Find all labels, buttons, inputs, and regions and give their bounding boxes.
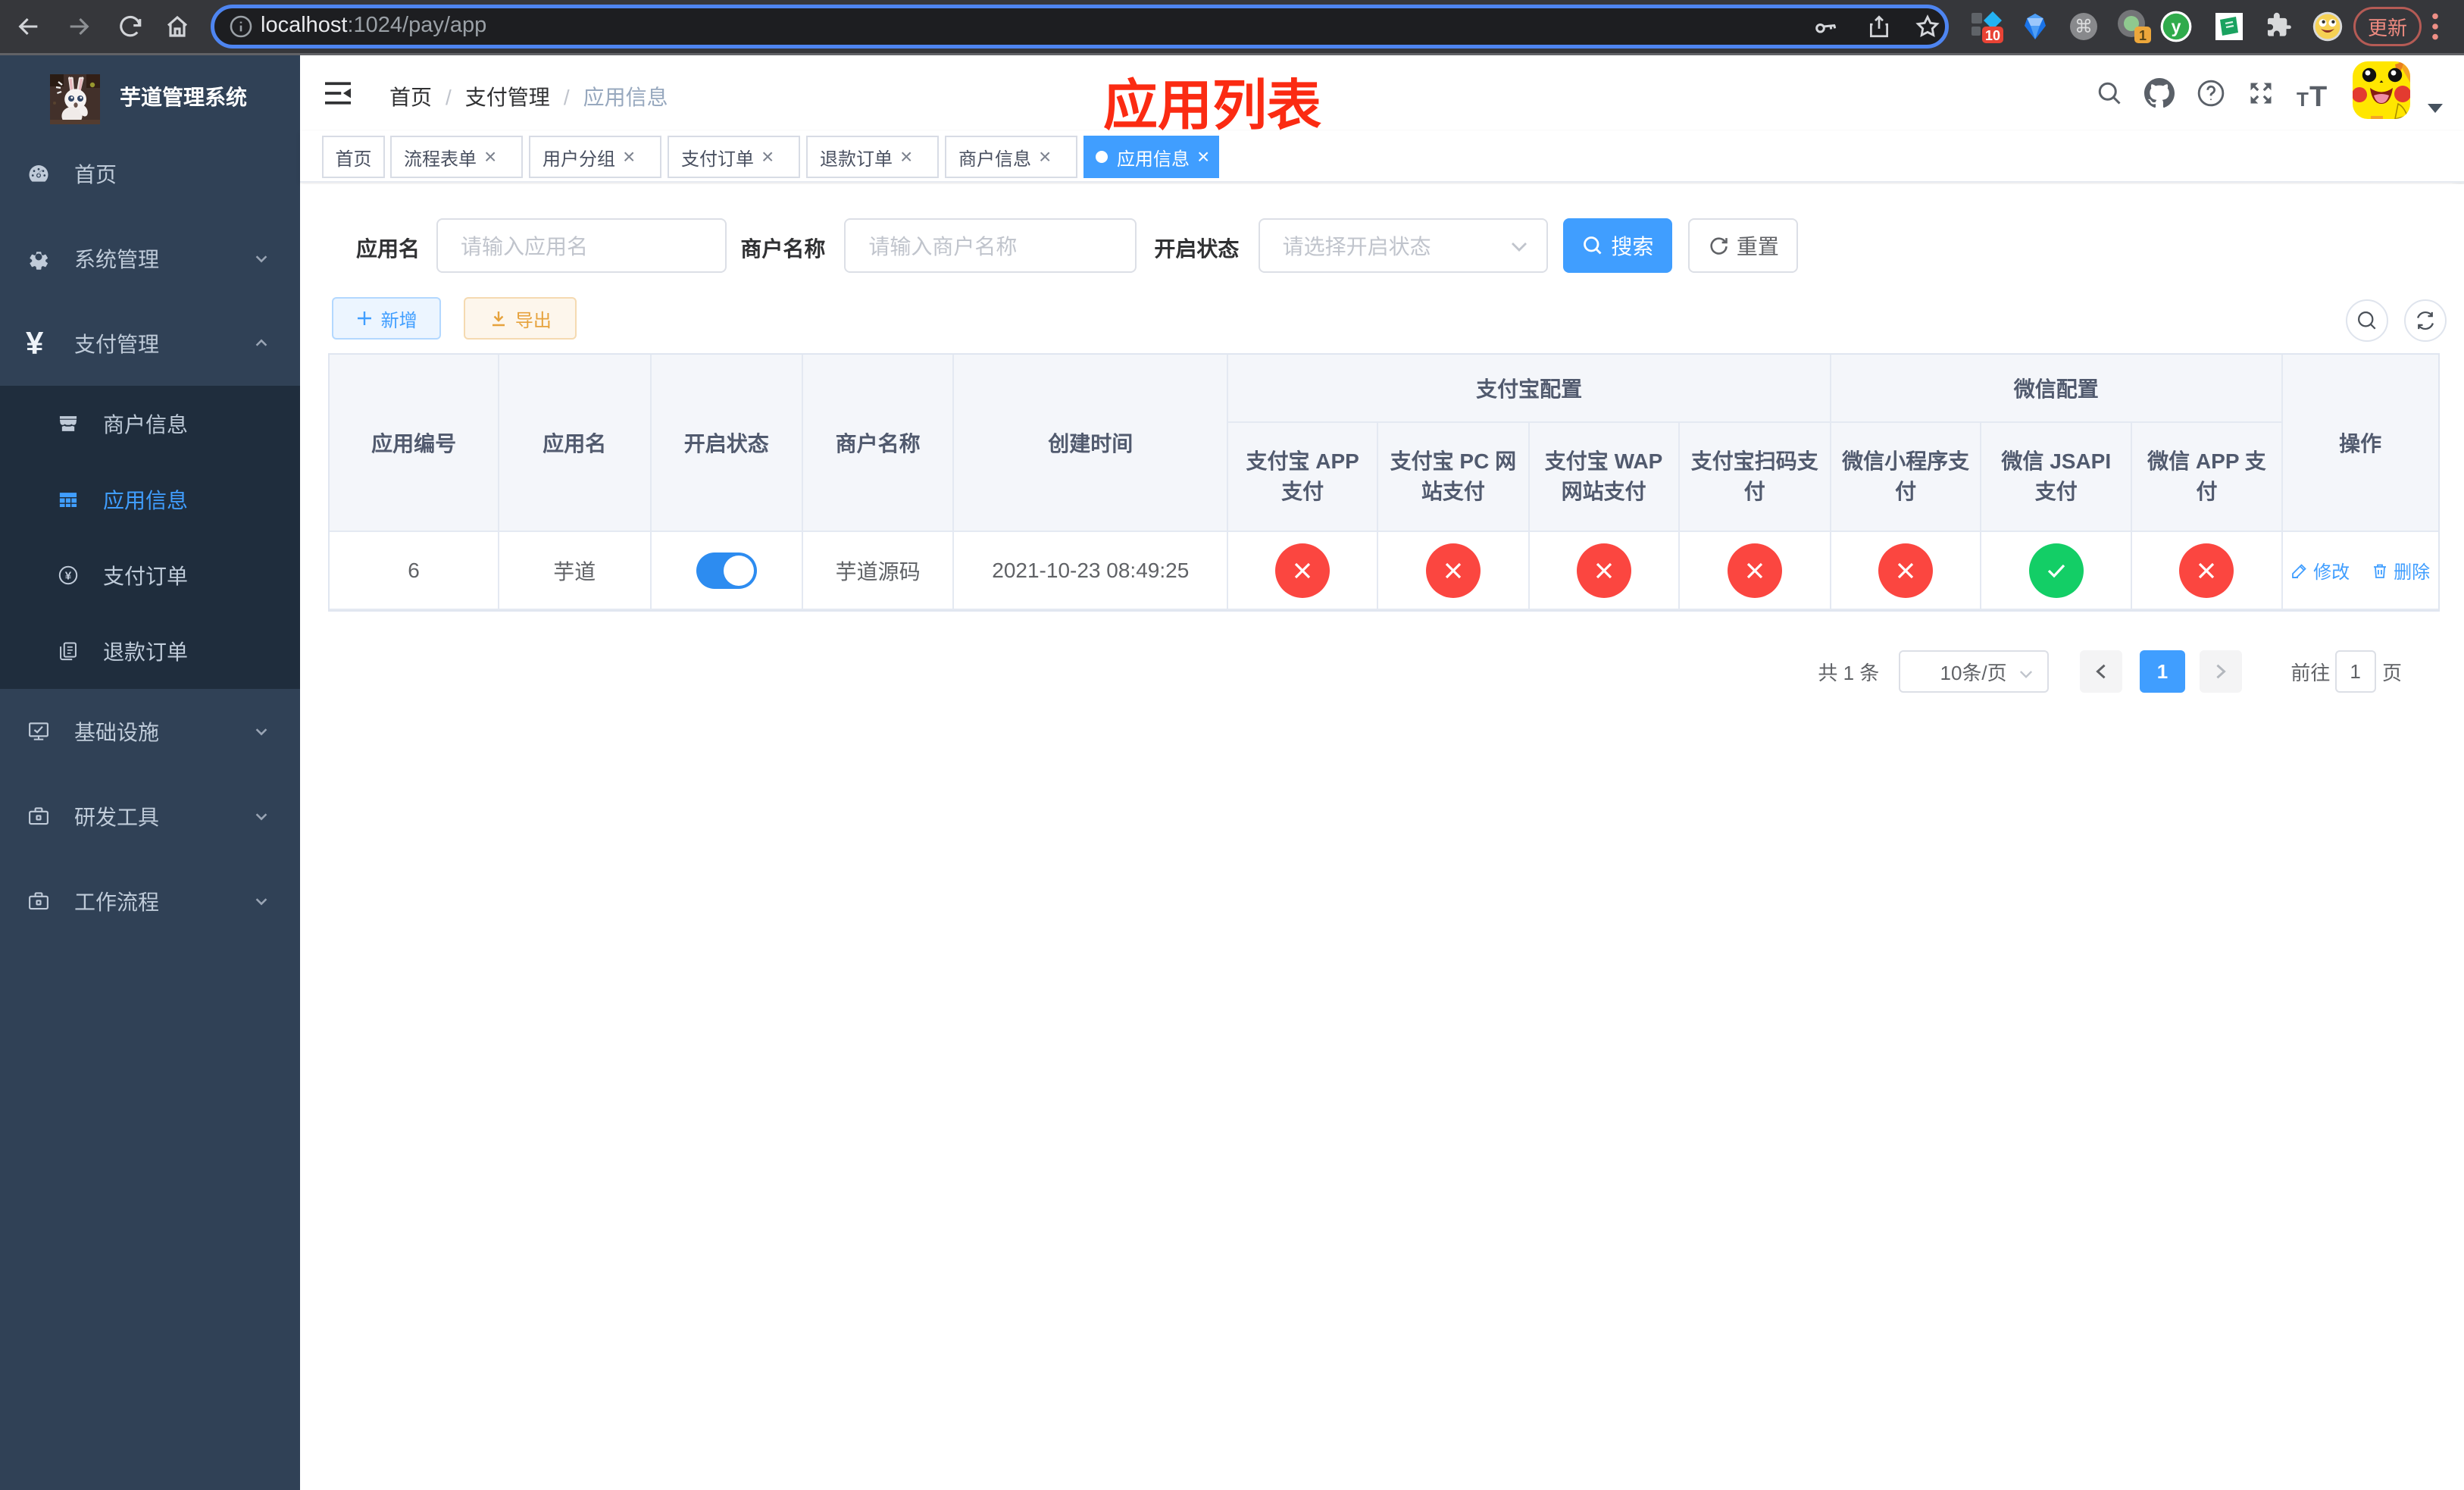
svg-text:¥: ¥ [65, 569, 72, 582]
svg-text:T: T [2309, 81, 2327, 108]
svg-text:1: 1 [2139, 28, 2147, 43]
svg-text:y: y [2172, 17, 2181, 36]
svg-text:⌘: ⌘ [2075, 17, 2093, 37]
svg-text:T: T [2297, 88, 2309, 108]
svg-text:10: 10 [1985, 28, 2000, 43]
